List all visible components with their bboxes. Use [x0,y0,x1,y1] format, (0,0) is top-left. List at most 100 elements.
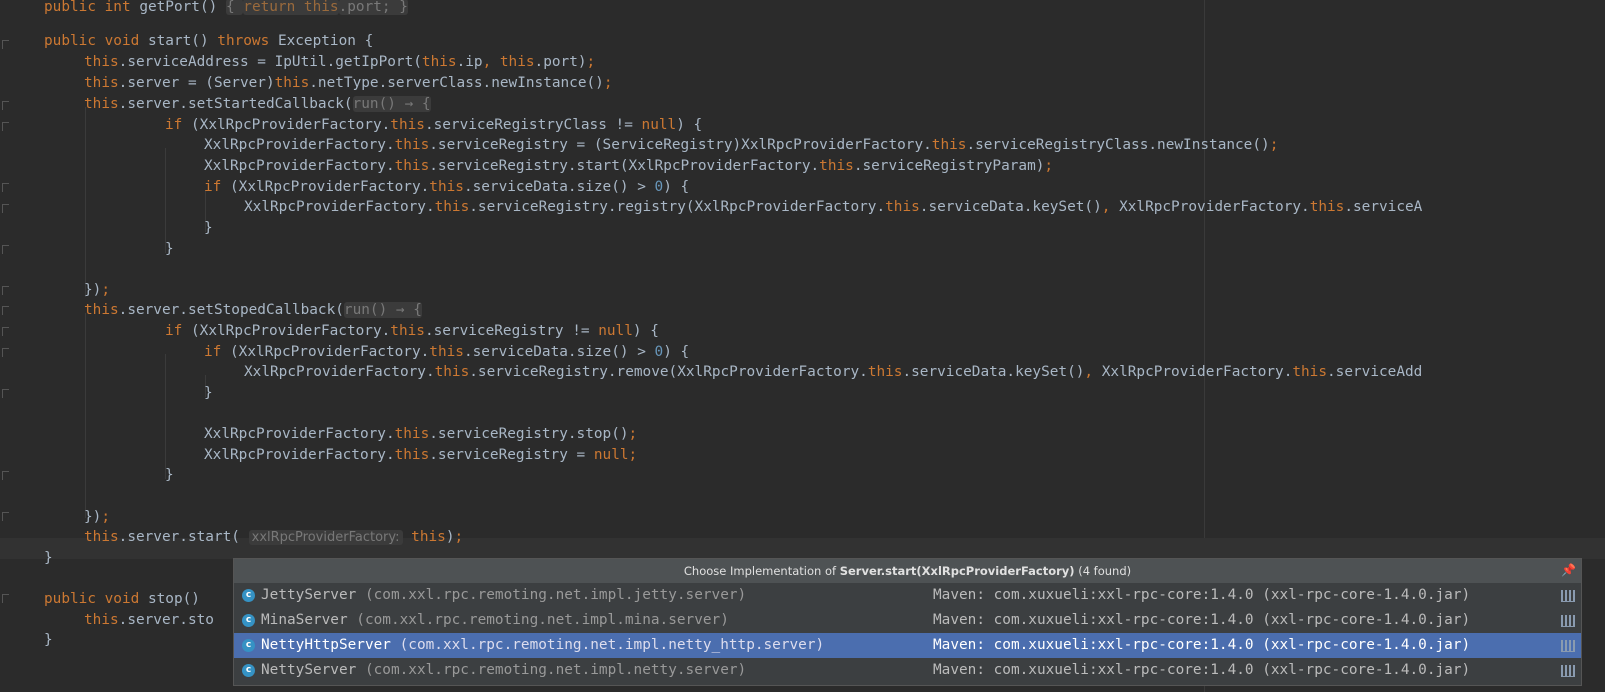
code-token: .server = (Server) [118,75,275,91]
code-line[interactable]: } [204,383,213,404]
code-line[interactable]: }); [84,507,110,528]
keyword-token: this [394,426,430,442]
popup-title: Choose Implementation of Server.start(Xx… [234,559,1581,583]
code-line[interactable]: this.server.setStopedCallback(run() → { [84,300,422,321]
fold-marker-icon[interactable] [2,471,9,480]
code-token: .serviceAdd [1327,364,1423,380]
code-line[interactable]: XxlRpcProviderFactory.this.serviceRegist… [244,362,1422,383]
implementation-item[interactable]: c NettyHttpServer (com.xxl.rpc.remoting.n… [234,633,1581,658]
keyword-token: this [84,54,119,70]
code-token: } [204,220,213,236]
keyword-token: ; [101,282,110,298]
code-line[interactable]: if (XxlRpcProviderFactory.this.serviceRe… [165,321,659,342]
keyword-token: this [1292,364,1328,380]
maven-library: Maven: com.xuxueli:xxl-rpc-core:1.4.0 (x… [933,662,1471,678]
code-token: XxlRpcProviderFactory. [244,199,435,215]
code-line[interactable]: } [165,465,174,486]
keyword-token: this [819,158,854,174]
class-icon: c [242,614,255,627]
folded-hint: run() → { [352,96,431,112]
fold-marker-icon[interactable] [2,327,9,336]
code-line[interactable]: } [44,630,53,651]
implementation-item[interactable]: c NettyServer (com.xxl.rpc.remoting.net.i… [234,658,1581,683]
fold-marker-icon[interactable] [2,101,9,110]
fold-marker-icon[interactable] [2,512,9,521]
fold-marker-icon[interactable] [2,40,9,49]
keyword-token: , [1084,364,1102,380]
fold-marker-icon[interactable] [2,122,9,131]
code-line[interactable]: this.server = (Server)this.netType.serve… [84,73,613,94]
code-line[interactable]: this.serviceAddress = IpUtil.getIpPort(t… [84,52,595,73]
implementation-item[interactable]: c MinaServer (com.xxl.rpc.remoting.net.im… [234,608,1581,633]
code-line[interactable]: this.server.sto [84,610,214,631]
fold-marker-icon[interactable] [2,594,9,603]
class-name: NettyServer [261,662,357,678]
code-token: .serviceData.keySet() [902,364,1085,380]
code-token: XxlRpcProviderFactory. [1101,364,1293,380]
code-line[interactable]: XxlRpcProviderFactory.this.serviceRegist… [204,445,637,466]
class-icon: c [242,664,255,677]
editor-gutter[interactable] [0,0,20,692]
code-token: Exception { [277,33,374,49]
code-token: .server.setStopedCallback( [118,302,344,318]
pin-icon[interactable]: 📌 [1561,563,1576,577]
code-line[interactable]: XxlRpcProviderFactory.this.serviceRegist… [204,424,637,445]
code-line[interactable]: if (XxlRpcProviderFactory.this.serviceDa… [204,177,689,198]
code-token: .serviceRegistry = (ServiceRegistry)XxlR… [429,137,932,153]
code-line[interactable]: this.server.setStartedCallback(run() → { [84,94,431,115]
fold-marker-icon[interactable] [2,286,9,295]
keyword-token: ; [603,75,613,91]
keyword-token: this [84,96,119,112]
code-token: .serviceData.size() > [463,179,655,195]
keyword-token: this [429,179,464,195]
folded-hint: { [225,0,244,15]
code-token: XxlRpcProviderFactory. [244,364,435,380]
code-token: XxlRpcProviderFactory. [204,137,395,153]
fold-marker-icon[interactable] [2,348,9,357]
keyword-token: this [394,447,430,463]
keyword-token: null; [593,447,638,463]
code-line[interactable]: public void start() throws Exception { [44,31,373,52]
code-token: } [165,467,174,483]
keyword-token: if [204,344,230,360]
keyword-token: ; [101,509,110,525]
code-token: XxlRpcProviderFactory. [204,158,395,174]
library-icon [1561,665,1575,677]
keyword-token: ; [628,426,638,442]
keyword-token: this [390,323,425,339]
keyword-token: , this [482,54,535,70]
code-line[interactable]: }); [84,280,110,301]
code-token: .serviceRegistry.remove(XxlRpcProviderFa… [469,364,868,380]
fold-marker-icon[interactable] [2,183,9,192]
fold-marker-icon[interactable] [2,389,9,398]
code-line[interactable]: XxlRpcProviderFactory. this.serviceRegist… [204,156,1053,177]
keyword-token: this [421,54,457,70]
code-line[interactable]: } [165,239,174,260]
code-token: .serviceRegistryParam) [853,158,1045,174]
keyword-token: this [84,612,119,628]
code-line[interactable]: } [204,218,213,239]
keyword-token: this [84,529,119,545]
fold-marker-icon[interactable] [2,245,9,254]
code-token: .serviceRegistry = [429,447,594,463]
class-name: MinaServer [261,612,348,628]
code-line[interactable]: public int getPort() { return this.port;… [44,0,408,18]
code-token: XxlRpcProviderFactory. [204,426,395,442]
fold-marker-icon[interactable] [2,204,9,213]
code-line[interactable]: } [44,548,53,569]
keyword-token: this [1309,199,1345,215]
fold-marker-icon[interactable] [2,306,9,315]
code-line[interactable]: if (XxlRpcProviderFactory.this.serviceRe… [165,115,702,136]
keyword-token: this [867,364,903,380]
code-line[interactable]: XxlRpcProviderFactory.this.serviceRegist… [244,197,1422,218]
code-line[interactable]: if (XxlRpcProviderFactory.this.serviceDa… [204,342,689,363]
code-token: } [44,550,53,566]
keyword-token: this [434,199,470,215]
code-line[interactable]: XxlRpcProviderFactory.this.serviceRegist… [204,135,1278,156]
code-token: stop() [147,591,200,607]
implementation-item[interactable]: c JettyServer (com.xxl.rpc.remoting.net.i… [234,583,1581,608]
code-token: (XxlRpcProviderFactory. [230,344,430,360]
code-line[interactable]: public void stop() [44,589,200,610]
code-line[interactable]: this.server.start( xxlRpcProviderFactory… [84,527,463,548]
